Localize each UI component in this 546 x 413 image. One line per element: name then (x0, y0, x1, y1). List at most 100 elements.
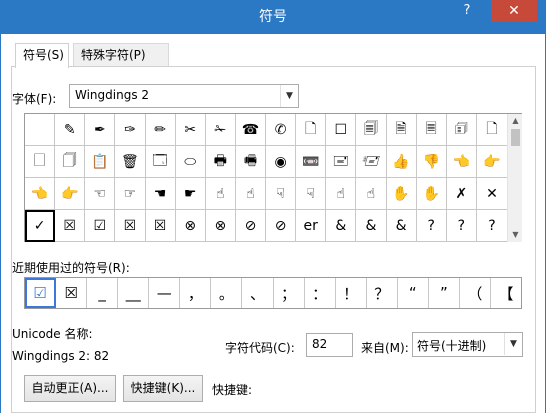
shortcut-key-button[interactable]: 快捷键(K)... (123, 375, 203, 402)
symbol-cell[interactable]: ☒ (145, 210, 176, 242)
recent-symbol-cell[interactable]: ！ (336, 278, 367, 308)
recent-symbol-cell[interactable]: （ (460, 278, 491, 308)
symbol-grid: ✎ ✒ ✑ ✏ ✂ ✁ ☎ ✆ 🗋 ☐ 🗐 🗎 🗏 🗊 🗋 🗌 🗍 📋 🗑 🗔 ⬭ 🖶 🖷 ◉ 📼 🖃 🖅 👍 👎 👈 👉 👈 👉 ☜ ☞ ☚ ☛ ☝ ☝ ☟… (24, 113, 522, 242)
symbol-cell[interactable]: ☛ (175, 178, 206, 210)
symbol-grid-scrollbar[interactable]: ▲ ▼ (507, 114, 522, 242)
character-code-input[interactable]: 82 (306, 333, 353, 357)
symbol-cell[interactable]: ⬭ (175, 146, 206, 178)
recent-symbol-cell[interactable]: _ (87, 278, 119, 308)
symbol-cell[interactable]: ⊘ (266, 210, 297, 242)
symbol-cell[interactable]: & (326, 210, 357, 242)
symbol-cell[interactable]: ? (446, 210, 477, 242)
symbol-cell[interactable]: 🗊 (446, 114, 477, 146)
symbol-cell[interactable]: ☎ (235, 114, 266, 146)
symbol-cell[interactable]: 👍 (386, 146, 417, 178)
symbol-cell[interactable]: 🗏 (416, 114, 447, 146)
symbol-dialog: 符号(S) 特殊字符(P) 字体(F): Wingdings 2 ▼ ✎ ✒ ✑ ✏ ✂… (0, 34, 546, 413)
symbol-cell[interactable]: & (356, 210, 387, 242)
recent-symbol-cell[interactable]: 【 (491, 278, 521, 308)
symbol-cell[interactable]: ⊘ (235, 210, 266, 242)
symbol-cell[interactable] (25, 114, 56, 146)
symbol-cell[interactable]: ✑ (115, 114, 146, 146)
symbol-cell[interactable]: ☐ (326, 114, 357, 146)
close-button[interactable]: ✕ (491, 0, 537, 22)
symbol-cell[interactable]: ☚ (145, 178, 176, 210)
symbol-cell[interactable]: ? (476, 210, 507, 242)
symbol-cell[interactable]: 🗎 (386, 114, 417, 146)
symbol-cell[interactable]: 👈 (25, 178, 56, 210)
symbol-cell[interactable]: ✕ (476, 178, 507, 210)
symbol-cell[interactable]: ✎ (55, 114, 86, 146)
symbol-cell[interactable]: & (386, 210, 417, 242)
recent-symbol-cell[interactable]: 、 (242, 278, 274, 308)
autocorrect-button[interactable]: 自动更正(A)... (24, 375, 116, 402)
symbol-cell[interactable]: 👎 (416, 146, 447, 178)
font-dropdown[interactable]: Wingdings 2 ▼ (69, 84, 299, 108)
recent-symbol-cell[interactable]: ； (274, 278, 305, 308)
symbol-cell[interactable]: ⊗ (205, 210, 236, 242)
symbol-cell[interactable]: ✆ (266, 114, 297, 146)
symbol-cell[interactable]: 🗋 (296, 114, 327, 146)
recent-symbol-cell[interactable]: ： (305, 278, 336, 308)
symbol-cell[interactable]: 🖃 (326, 146, 357, 178)
symbol-cell[interactable]: ✏ (145, 114, 176, 146)
recent-symbol-cell[interactable]: ， (180, 278, 212, 308)
symbol-cell[interactable]: ✂ (175, 114, 206, 146)
symbol-cell[interactable]: ☑ (85, 210, 116, 242)
symbol-cell[interactable]: 🗐 (356, 114, 387, 146)
character-code-label: 字符代码(C): (225, 341, 295, 355)
character-description: Wingdings 2: 82 (12, 349, 110, 363)
symbol-cell[interactable]: ☒ (55, 210, 86, 242)
symbol-cell[interactable]: ✓ (25, 210, 56, 242)
symbol-cell[interactable]: ☞ (115, 178, 146, 210)
symbol-cell[interactable]: ☟ (296, 178, 327, 210)
recent-symbol-cell[interactable]: ☑ (25, 278, 57, 308)
recent-symbol-cell[interactable]: ” (429, 278, 460, 308)
symbol-cell[interactable]: ◉ (266, 146, 297, 178)
symbol-cell[interactable]: ⊗ (175, 210, 206, 242)
symbol-cell[interactable]: 🖷 (235, 146, 266, 178)
symbol-cell[interactable]: 👈 (446, 146, 477, 178)
recent-symbol-cell[interactable]: __ (118, 278, 150, 308)
symbol-cell[interactable]: 🖅 (356, 146, 387, 178)
tab-symbols[interactable]: 符号(S) (15, 43, 69, 68)
symbol-cell[interactable]: ☒ (115, 210, 146, 242)
symbol-cell[interactable]: er (296, 210, 327, 242)
symbol-cell[interactable]: 👉 (476, 146, 507, 178)
symbol-cell[interactable]: ? (416, 210, 447, 242)
recent-symbol-cell[interactable]: — (149, 278, 181, 308)
scroll-up-icon[interactable]: ▲ (508, 114, 523, 128)
symbol-cell[interactable]: ✒ (85, 114, 116, 146)
symbol-cell[interactable]: ☝ (356, 178, 387, 210)
chevron-down-icon[interactable]: ▼ (504, 333, 522, 355)
symbol-cell[interactable]: ✁ (205, 114, 236, 146)
symbol-cell[interactable]: 👉 (55, 178, 86, 210)
recent-symbol-cell[interactable]: “ (398, 278, 429, 308)
recent-symbols-row: ☑ ☒ _ __ —，。、；：！？ “” （【 (24, 277, 522, 309)
symbol-cell[interactable]: ☜ (85, 178, 116, 210)
symbol-cell[interactable]: 🗑 (115, 146, 146, 178)
scroll-down-icon[interactable]: ▼ (508, 228, 523, 242)
recent-symbol-cell[interactable]: ？ (367, 278, 398, 308)
symbol-cell[interactable]: ☝ (326, 178, 357, 210)
symbol-cell[interactable]: 🗍 (55, 146, 86, 178)
symbol-cell[interactable]: 🗔 (145, 146, 176, 178)
symbol-cell[interactable]: 🗌 (25, 146, 56, 178)
symbol-cell[interactable]: ☝ (235, 178, 266, 210)
symbol-cell[interactable]: ✋ (386, 178, 417, 210)
chevron-down-icon[interactable]: ▼ (280, 85, 298, 107)
recent-symbol-cell[interactable]: 。 (211, 278, 243, 308)
symbol-cell[interactable]: 📼 (296, 146, 327, 178)
symbol-cell[interactable]: ✋ (416, 178, 447, 210)
from-dropdown[interactable]: 符号(十进制) ▼ (412, 332, 523, 357)
symbol-cell[interactable]: ☟ (266, 178, 297, 210)
symbol-cell[interactable]: 🖶 (205, 146, 236, 178)
tab-special-characters[interactable]: 特殊字符(P) (73, 43, 169, 67)
help-button[interactable]: ? (454, 0, 480, 22)
recent-symbol-cell[interactable]: ☒ (56, 278, 88, 308)
symbol-cell[interactable]: ☝ (205, 178, 236, 210)
symbol-cell[interactable]: 🗋 (476, 114, 507, 146)
symbol-cell[interactable]: 📋 (85, 146, 116, 178)
symbol-cell[interactable]: ✗ (446, 178, 477, 210)
scroll-thumb[interactable] (511, 129, 520, 146)
